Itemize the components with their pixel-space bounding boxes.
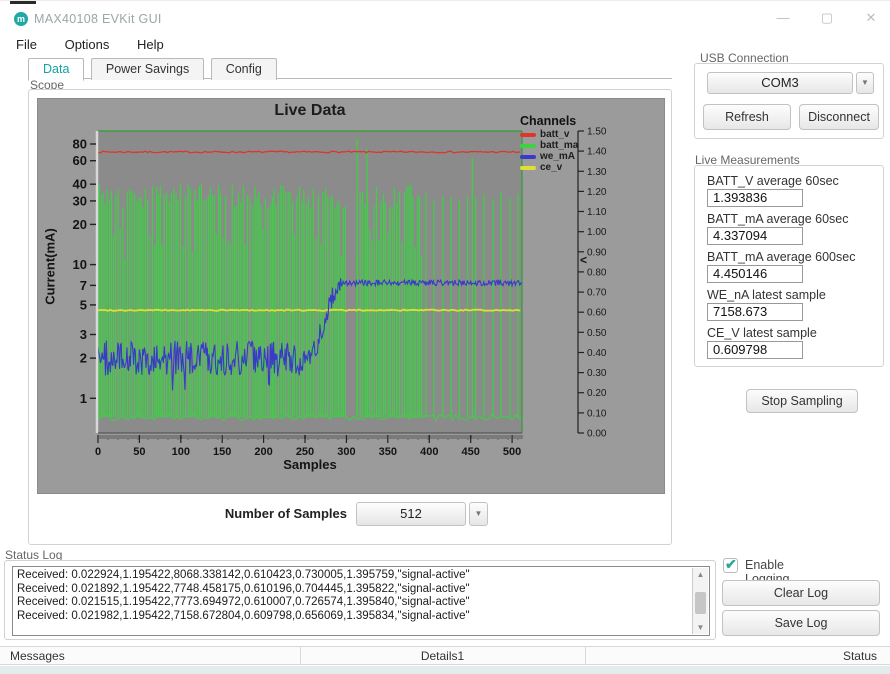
log-line: Received: 0.022924,1.195422,8068.338142,… xyxy=(17,569,689,583)
batt-v-swatch-icon xyxy=(520,133,536,137)
number-of-samples-label: Number of Samples xyxy=(65,506,347,521)
svg-text:0.30: 0.30 xyxy=(587,368,607,379)
svg-text:30: 30 xyxy=(73,193,87,208)
usb-connection-group: COM3 ▼ Refresh Disconnect xyxy=(694,63,884,139)
scroll-down-icon[interactable]: ▼ xyxy=(693,623,708,632)
status-bar-status: Status xyxy=(585,649,877,663)
ce-v-swatch-icon xyxy=(520,166,536,170)
batt-ma-swatch-icon xyxy=(520,144,536,148)
log-line: Received: 0.021892,1.195422,7748.458175,… xyxy=(17,583,689,597)
batt-ma-60s-value[interactable]: 4.337094 xyxy=(707,227,803,245)
x-axis-label: Samples xyxy=(98,457,522,472)
svg-text:40: 40 xyxy=(73,177,87,192)
scroll-up-icon[interactable]: ▲ xyxy=(693,570,708,579)
status-bar-details: Details1 xyxy=(300,649,585,663)
menu-help[interactable]: Help xyxy=(137,37,164,52)
log-line: Received: 0.021982,1.195422,7158.672804,… xyxy=(17,610,689,624)
tab-config[interactable]: Config xyxy=(211,58,277,80)
we-na-label: WE_nA latest sample xyxy=(707,288,826,302)
svg-text:3: 3 xyxy=(80,327,87,342)
menu-bar: File Options Help xyxy=(16,37,188,55)
svg-text:0.20: 0.20 xyxy=(587,388,607,399)
svg-text:10: 10 xyxy=(73,257,87,272)
minimize-button[interactable]: — xyxy=(768,10,798,25)
legend-title: Channels xyxy=(520,114,578,128)
svg-text:80: 80 xyxy=(73,137,87,152)
app-window: m MAX40108 EVKit GUI — ▢ ✕ File Options … xyxy=(0,0,890,674)
svg-text:7: 7 xyxy=(80,278,87,293)
svg-text:2: 2 xyxy=(80,351,87,366)
legend-item-ce-v: ce_v xyxy=(520,163,578,174)
status-bar: Messages Details1 Status xyxy=(0,646,890,665)
menu-options[interactable]: Options xyxy=(65,37,110,52)
number-of-samples-select[interactable]: 512 xyxy=(356,502,466,526)
app-logo-icon: m xyxy=(14,12,28,26)
status-log-group: Received: 0.022924,1.195422,8068.338142,… xyxy=(4,560,716,640)
svg-text:20: 20 xyxy=(73,217,87,232)
enable-logging-checkbox[interactable]: ✔ xyxy=(723,558,738,573)
maximize-button[interactable]: ▢ xyxy=(812,10,842,26)
live-data-chart: 8060403020107532105010015020025030035040… xyxy=(37,98,665,494)
svg-text:0.70: 0.70 xyxy=(587,288,607,299)
log-scrollbar[interactable]: ▲ ▼ xyxy=(692,568,708,634)
svg-text:0.50: 0.50 xyxy=(587,328,607,339)
svg-text:1.40: 1.40 xyxy=(587,147,607,158)
ce-v-label: CE_V latest sample xyxy=(707,326,817,340)
disconnect-button[interactable]: Disconnect xyxy=(799,104,879,130)
com-port-select[interactable]: COM3 xyxy=(707,72,853,94)
scrollbar-thumb[interactable] xyxy=(695,592,706,614)
menu-file[interactable]: File xyxy=(16,37,37,52)
batt-ma-600s-value[interactable]: 4.450146 xyxy=(707,265,803,283)
checkmark-icon: ✔ xyxy=(725,556,737,573)
svg-text:0.80: 0.80 xyxy=(587,267,607,278)
live-measurements-group: BATT_V average 60sec 1.393836 BATT_mA av… xyxy=(694,165,884,367)
number-of-samples-row: Number of Samples 512 ▼ xyxy=(29,502,673,528)
save-log-button[interactable]: Save Log xyxy=(722,610,880,636)
clear-log-button[interactable]: Clear Log xyxy=(722,580,880,606)
log-lines: Received: 0.022924,1.195422,8068.338142,… xyxy=(17,569,689,623)
svg-text:1.50: 1.50 xyxy=(587,127,607,138)
chart-legend: Channels batt_v batt_ma we_mA ce_v xyxy=(520,114,578,174)
status-bar-divider xyxy=(585,647,586,664)
titlebar: m MAX40108 EVKit GUI — ▢ ✕ xyxy=(0,4,890,30)
y-axis-label: Current(mA) xyxy=(43,167,58,367)
svg-text:1.10: 1.10 xyxy=(587,207,607,218)
svg-text:0.00: 0.00 xyxy=(587,429,607,440)
ce-v-value[interactable]: 0.609798 xyxy=(707,341,803,359)
svg-text:0.10: 0.10 xyxy=(587,408,607,419)
batt-v-60s-label: BATT_V average 60sec xyxy=(707,174,839,188)
svg-text:5: 5 xyxy=(80,297,87,312)
svg-text:0.90: 0.90 xyxy=(587,247,607,258)
svg-text:0.60: 0.60 xyxy=(587,308,607,319)
we-na-value[interactable]: 7158.673 xyxy=(707,303,803,321)
number-of-samples-dropdown-arrow-icon[interactable]: ▼ xyxy=(469,502,488,526)
svg-text:1.20: 1.20 xyxy=(587,187,607,198)
status-bar-divider xyxy=(300,647,301,664)
refresh-button[interactable]: Refresh xyxy=(703,104,791,130)
tab-bar: Data Power Savings Config xyxy=(28,57,672,79)
svg-text:1: 1 xyxy=(80,391,87,406)
status-bar-messages: Messages xyxy=(10,649,65,663)
svg-text:0.40: 0.40 xyxy=(587,348,607,359)
window-title: MAX40108 EVKit GUI xyxy=(34,12,162,26)
svg-text:1.00: 1.00 xyxy=(587,227,607,238)
chart-title: Live Data xyxy=(98,102,522,120)
log-textarea[interactable]: Received: 0.022924,1.195422,8068.338142,… xyxy=(12,566,710,636)
batt-ma-600s-label: BATT_mA average 600sec xyxy=(707,250,855,264)
log-line: Received: 0.021515,1.195422,7773.694972,… xyxy=(17,596,689,610)
svg-text:1.30: 1.30 xyxy=(587,167,607,178)
batt-ma-60s-label: BATT_mA average 60sec xyxy=(707,212,849,226)
batt-v-60s-value[interactable]: 1.393836 xyxy=(707,189,803,207)
we-ma-swatch-icon xyxy=(520,155,536,159)
close-button[interactable]: ✕ xyxy=(856,10,886,26)
svg-text:60: 60 xyxy=(73,153,87,168)
com-port-dropdown-arrow-icon[interactable]: ▼ xyxy=(856,72,874,94)
bottom-strip xyxy=(0,666,890,674)
stop-sampling-button[interactable]: Stop Sampling xyxy=(746,389,858,413)
tab-power-savings[interactable]: Power Savings xyxy=(91,58,204,80)
svg-text:<: < xyxy=(580,253,587,267)
scope-group: 8060403020107532105010015020025030035040… xyxy=(28,89,672,545)
